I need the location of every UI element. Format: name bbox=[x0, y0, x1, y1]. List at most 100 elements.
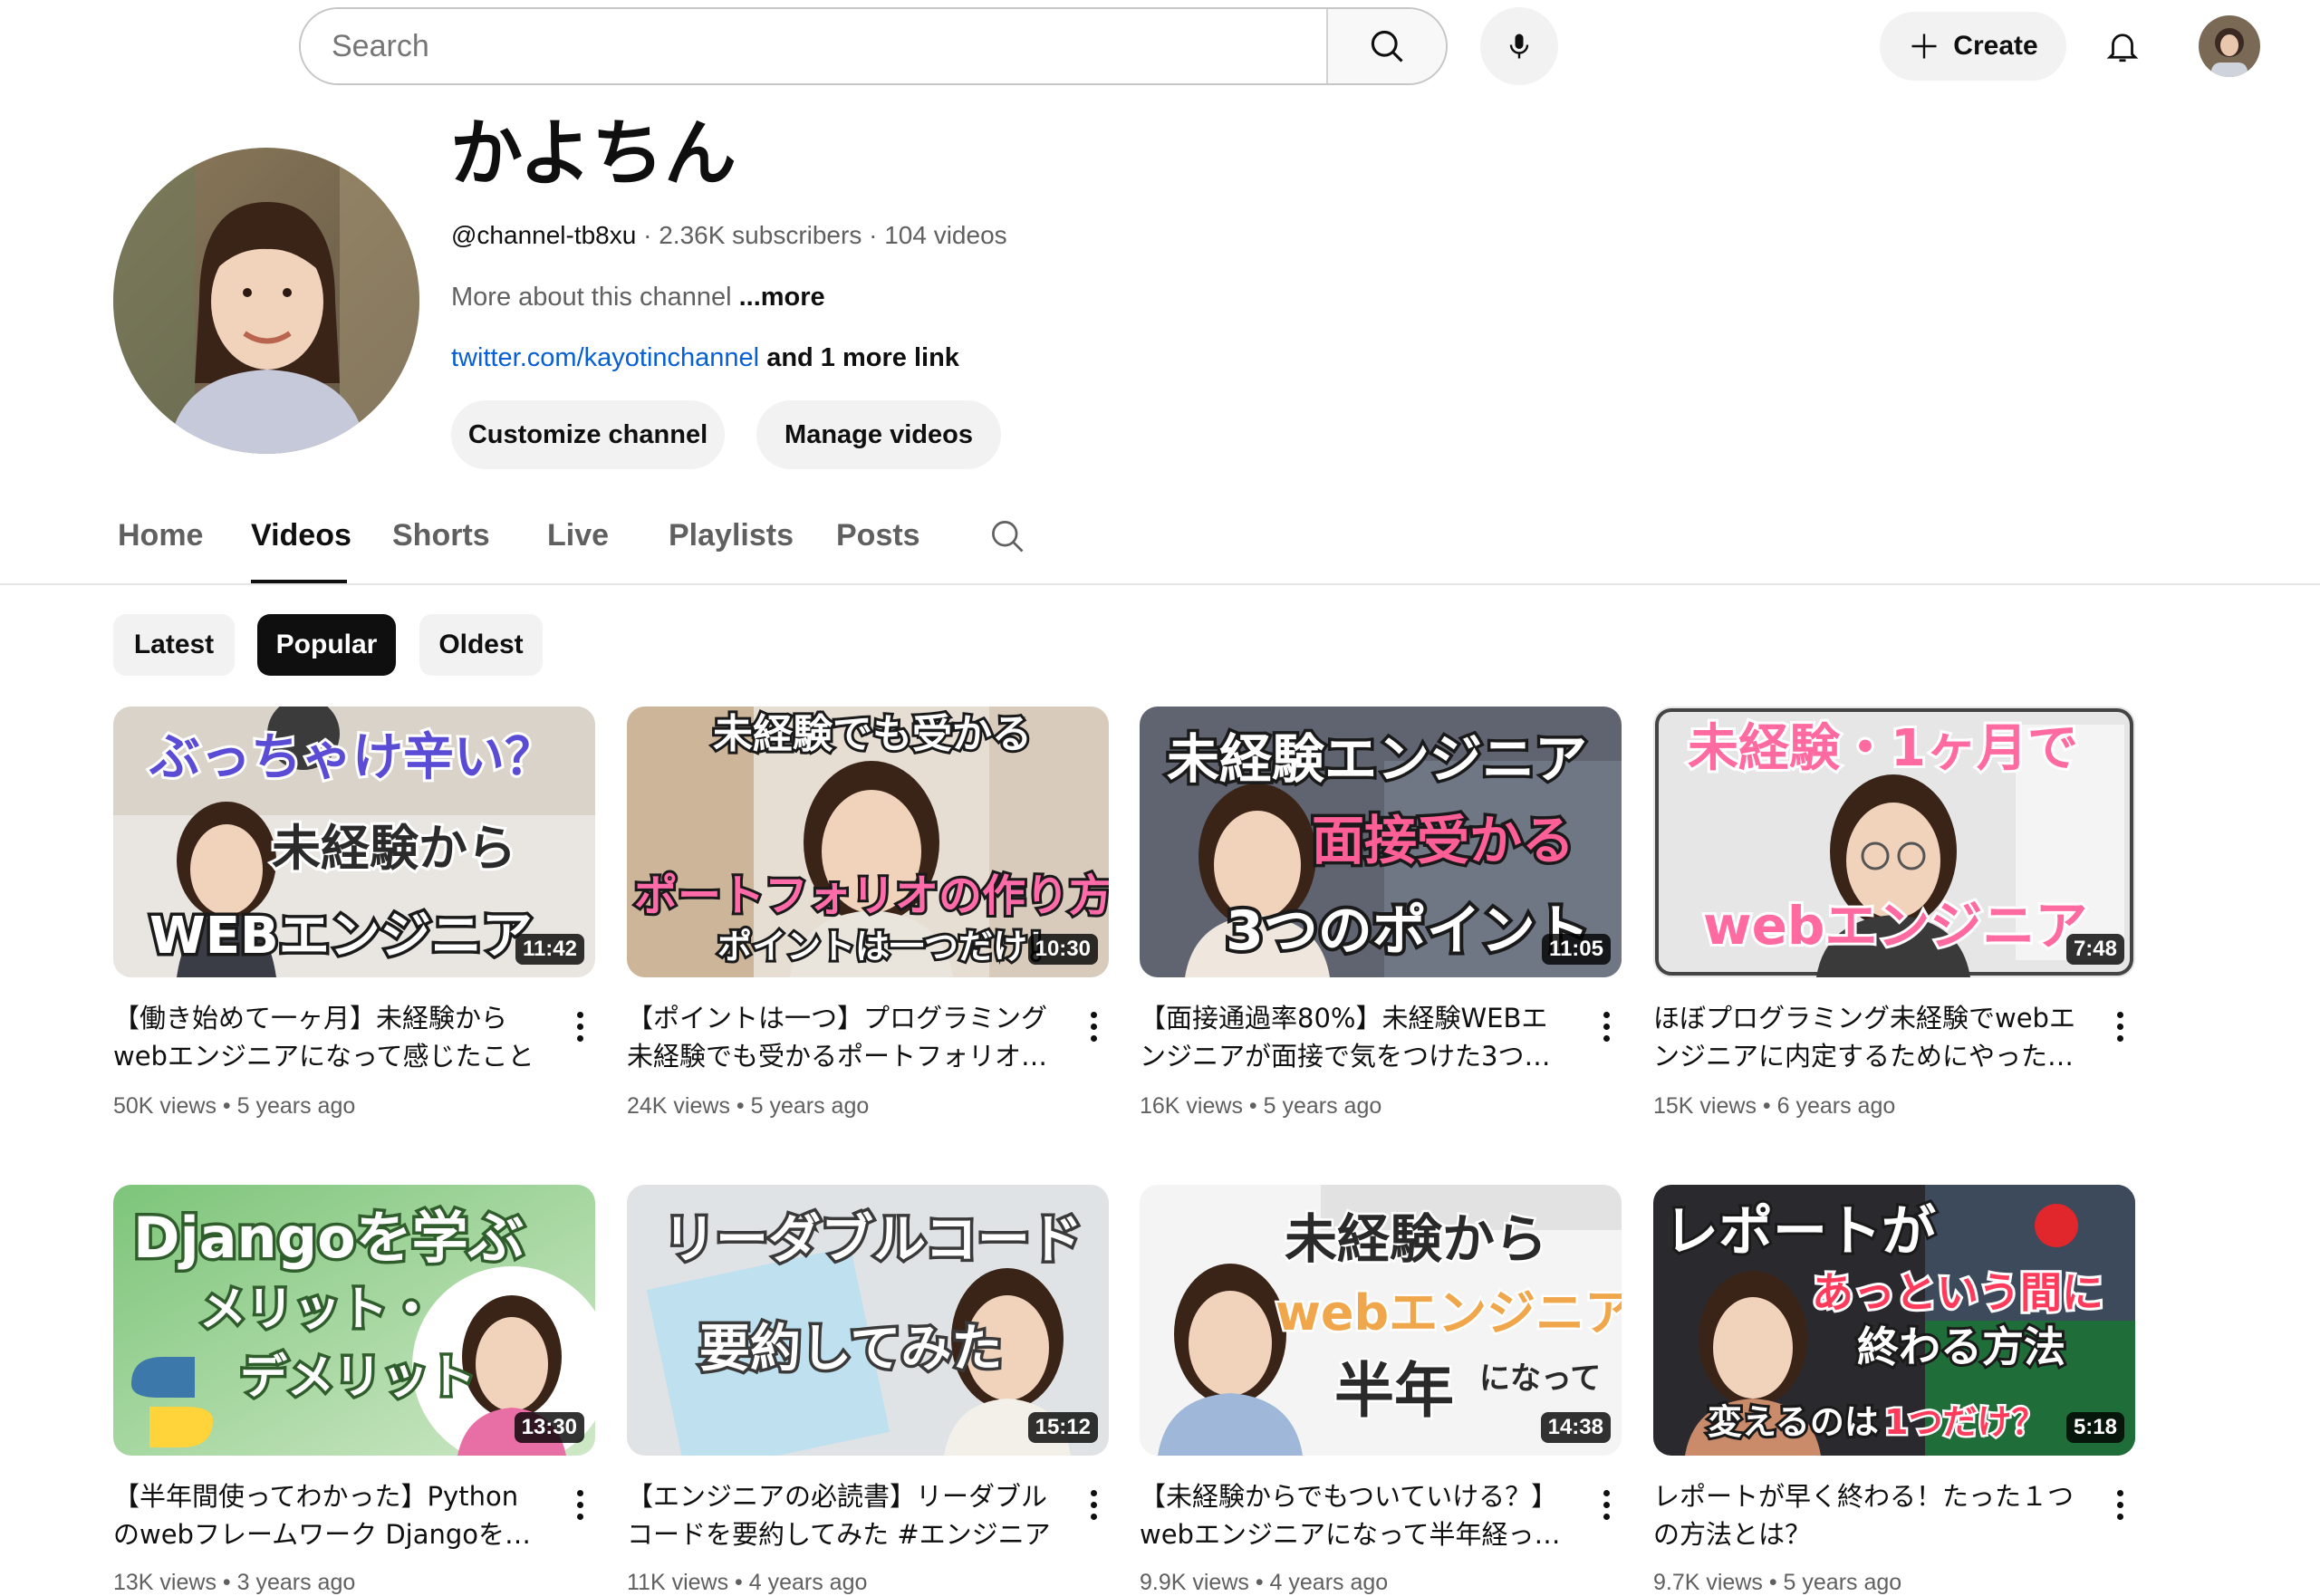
search-button[interactable] bbox=[1326, 9, 1446, 83]
tab-live[interactable]: Live bbox=[547, 518, 609, 553]
active-tab-indicator bbox=[251, 580, 347, 583]
channel-links: twitter.com/kayotinchannel and 1 more li… bbox=[451, 343, 959, 373]
video-title[interactable]: 【エンジニアの必読書】リーダブルコードを要約してみた #エンジニア bbox=[627, 1477, 1053, 1553]
video-thumbnail[interactable]: ぶっちゃけ辛い？ 未経験から WEBエンジニア 11:42 bbox=[113, 707, 595, 977]
video-thumbnail[interactable]: リーダブルコード 要約してみた 15:12 bbox=[627, 1185, 1109, 1456]
video-count: 104 videos bbox=[884, 221, 1007, 249]
video-meta: 13K views • 3 years ago bbox=[113, 1570, 356, 1595]
video-thumbnail[interactable]: レポートが あっという間に 終わる方法 変えるのは 1つだけ？ 5:18 bbox=[1653, 1185, 2135, 1456]
svg-text:変えるのは: 変えるのは bbox=[1708, 1402, 1879, 1442]
tab-posts[interactable]: Posts bbox=[836, 518, 920, 553]
svg-text:半年: 半年 bbox=[1334, 1356, 1454, 1426]
video-age: 6 years ago bbox=[1776, 1093, 1896, 1119]
tab-playlists[interactable]: Playlists bbox=[669, 518, 794, 553]
video-age: 3 years ago bbox=[236, 1570, 356, 1595]
video-thumbnail[interactable]: 未経験でも受かる ポートフォリオの作り方 ポイントは一つだけ！ 10:30 bbox=[627, 707, 1109, 977]
svg-text:webエンジニア: webエンジニア bbox=[1276, 1284, 1622, 1341]
video-title[interactable]: 【半年間使ってわかった】Pythonのwebフレームワーク Djangoを学ぶメ… bbox=[113, 1477, 539, 1553]
manage-videos-button[interactable]: Manage videos bbox=[756, 400, 1001, 469]
voice-search-button[interactable] bbox=[1480, 7, 1558, 85]
about-more-link[interactable]: ...more bbox=[739, 283, 825, 312]
video-views: 24K views bbox=[627, 1093, 730, 1119]
video-menu-button[interactable] bbox=[1593, 1001, 1620, 1052]
tab-videos[interactable]: Videos bbox=[251, 518, 351, 553]
svg-text:Djangoを学ぶ: Djangoを学ぶ bbox=[133, 1205, 525, 1271]
video-thumbnail[interactable]: 未経験エンジニア 面接受かる 3つのポイント 11:05 bbox=[1140, 707, 1622, 977]
svg-text:あっという間に: あっという間に bbox=[1812, 1268, 2103, 1317]
svg-text:ポートフォリオの作り方: ポートフォリオの作り方 bbox=[634, 870, 1109, 921]
video-title[interactable]: 【ポイントは一つ】プログラミング未経験でも受かるポートフォリオの作り方 bbox=[627, 999, 1053, 1075]
video-thumbnail[interactable]: 未経験から webエンジニア 半年 になって 14:38 bbox=[1140, 1185, 1622, 1456]
video-age: 4 years ago bbox=[748, 1570, 868, 1595]
video-title[interactable]: 【働き始めて一ヶ月】未経験からwebエンジニアになって感じたこと bbox=[113, 999, 539, 1075]
video-age: 5 years ago bbox=[1783, 1570, 1902, 1595]
svg-text:デメリット: デメリット bbox=[240, 1351, 476, 1405]
svg-text:未経験から: 未経験から bbox=[1285, 1208, 1547, 1270]
svg-text:ぶっちゃけ辛い？: ぶっちゃけ辛い？ bbox=[149, 728, 555, 787]
search-icon bbox=[1371, 30, 1403, 62]
search-box[interactable] bbox=[299, 7, 1448, 85]
create-button[interactable]: Create bbox=[1880, 12, 2066, 81]
video-views: 16K views bbox=[1140, 1093, 1243, 1119]
video-meta: 9.9K views • 4 years ago bbox=[1140, 1570, 1389, 1595]
video-menu-button[interactable] bbox=[2106, 1479, 2133, 1530]
video-thumbnail[interactable]: 未経験・1ヶ月で webエンジニア 7:48 bbox=[1653, 707, 2135, 977]
video-age: 5 years ago bbox=[236, 1093, 356, 1119]
customize-channel-button[interactable]: Customize channel bbox=[451, 400, 725, 469]
svg-text:終わる方法: 終わる方法 bbox=[1857, 1322, 2065, 1371]
video-menu-button[interactable] bbox=[2106, 1001, 2133, 1052]
video-duration: 5:18 bbox=[2065, 1412, 2124, 1443]
channel-search-button[interactable] bbox=[987, 516, 1027, 564]
video-views: 11K views bbox=[627, 1570, 729, 1595]
video-title[interactable]: レポートが早く終わる！たった１つの方法とは？ bbox=[1653, 1477, 2079, 1553]
about-text: More about this channel bbox=[451, 283, 732, 312]
video-meta: 11K views • 4 years ago bbox=[627, 1570, 868, 1595]
video-title[interactable]: ほぼプログラミング未経験でwebエンジニアに内定するためにやった3つのこと bbox=[1653, 999, 2079, 1075]
svg-text:WEBエンジニア: WEBエンジニア bbox=[149, 907, 533, 966]
bell-icon bbox=[2106, 34, 2139, 62]
video-views: 9.9K views bbox=[1140, 1570, 1249, 1595]
svg-text:webエンジニア: webエンジニア bbox=[1703, 895, 2087, 957]
video-duration: 13:30 bbox=[514, 1412, 584, 1443]
search-input[interactable] bbox=[301, 9, 1326, 83]
video-menu-button[interactable] bbox=[1593, 1479, 1620, 1530]
channel-name: かよちん bbox=[450, 111, 736, 196]
video-title[interactable]: 【面接通過率80%】未経験WEBエンジニアが面接で気をつけた3つのこと bbox=[1140, 999, 1565, 1075]
notifications-button[interactable] bbox=[2093, 16, 2152, 76]
video-duration: 10:30 bbox=[1027, 934, 1098, 965]
tab-home[interactable]: Home bbox=[118, 518, 203, 553]
video-meta: 16K views • 5 years ago bbox=[1140, 1093, 1382, 1119]
video-thumbnail[interactable]: Djangoを学ぶ メリット・ デメリット 13:30 bbox=[113, 1185, 595, 1456]
video-age: 4 years ago bbox=[1269, 1570, 1389, 1595]
video-duration: 11:42 bbox=[515, 934, 584, 965]
svg-text:になって: になって bbox=[1479, 1360, 1601, 1397]
svg-text:レポートが: レポートが bbox=[1664, 1200, 1936, 1264]
video-menu-button[interactable] bbox=[1080, 1001, 1107, 1052]
chip-popular[interactable]: Popular bbox=[257, 614, 396, 676]
twitter-link[interactable]: twitter.com/kayotinchannel bbox=[451, 343, 759, 372]
channel-meta: @channel-tb8xu · 2.36K subscribers · 104… bbox=[451, 221, 1007, 249]
plus-icon bbox=[1911, 34, 1937, 59]
svg-text:要約してみた: 要約してみた bbox=[699, 1320, 1002, 1379]
more-links[interactable]: and 1 more link bbox=[766, 343, 959, 372]
video-menu-button[interactable] bbox=[566, 1479, 593, 1530]
video-duration: 7:48 bbox=[2065, 934, 2124, 965]
svg-text:1つだけ？: 1つだけ？ bbox=[1884, 1402, 2046, 1442]
channel-about[interactable]: More about this channel ...more bbox=[451, 283, 825, 312]
video-meta: 9.7K views • 5 years ago bbox=[1653, 1570, 1902, 1595]
video-menu-button[interactable] bbox=[1080, 1479, 1107, 1530]
tab-shorts[interactable]: Shorts bbox=[392, 518, 490, 553]
video-duration: 11:05 bbox=[1541, 934, 1611, 965]
svg-text:未経験エンジニア: 未経験エンジニア bbox=[1167, 728, 1587, 790]
channel-handle: @channel-tb8xu bbox=[451, 221, 637, 249]
video-title[interactable]: 【未経験からでもついていける？】webエンジニアになって半年経った感想 bbox=[1140, 1477, 1565, 1553]
create-label: Create bbox=[1953, 31, 2038, 61]
chip-latest[interactable]: Latest bbox=[113, 614, 235, 676]
video-age: 5 years ago bbox=[1263, 1093, 1382, 1119]
video-menu-button[interactable] bbox=[566, 1001, 593, 1052]
svg-text:ポイントは一つだけ！: ポイントは一つだけ！ bbox=[717, 927, 1062, 966]
chip-oldest[interactable]: Oldest bbox=[419, 614, 543, 676]
search-icon bbox=[992, 521, 1024, 553]
account-avatar[interactable] bbox=[2199, 15, 2260, 77]
svg-text:未経験・1ヶ月で: 未経験・1ヶ月で bbox=[1688, 719, 2078, 778]
